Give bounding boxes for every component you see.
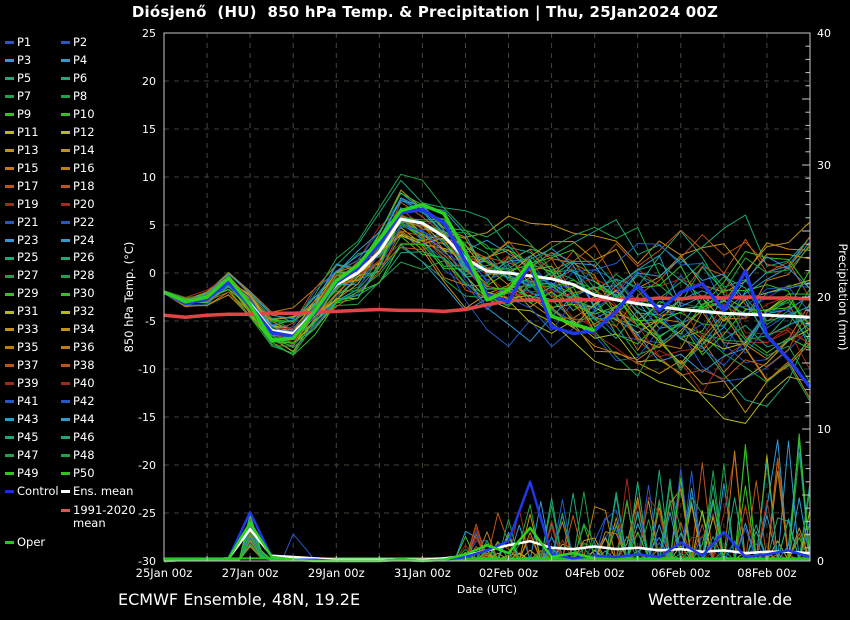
x-axis-tick-label: 04Feb 00z (565, 566, 624, 580)
right-axis-tick-label: 30 (817, 159, 831, 172)
left-axis-tick-label: -20 (138, 459, 156, 472)
left-axis-tick-label: -15 (138, 411, 156, 424)
left-axis-tick-label: 20 (142, 75, 156, 88)
footer-brand: Wetterzentrale.de (648, 590, 792, 609)
left-axis-tick-label: 25 (142, 27, 156, 40)
x-axis-tick-label: 25Jan 00z (136, 566, 193, 580)
right-axis-tick-label: 20 (817, 291, 831, 304)
x-axis-tick-label: 02Feb 00z (479, 566, 538, 580)
right-axis-title: Precipitation (mm) (836, 244, 850, 351)
left-axis-tick-label: 0 (149, 267, 156, 280)
footer-model-info: ECMWF Ensemble, 48N, 19.2E (118, 590, 360, 609)
left-axis-tick-label: -10 (138, 363, 156, 376)
right-axis-tick-label: 0 (817, 555, 824, 568)
x-axis-tick-label: 08Feb 00z (737, 566, 796, 580)
x-axis-tick-label: 31Jan 00z (394, 566, 451, 580)
ensemble-chart: 2520151050-5-10-15-20-25-3040302010025Ja… (0, 0, 850, 620)
left-axis-tick-label: 5 (149, 219, 156, 232)
ensemble-member-lines (164, 174, 810, 560)
left-axis-tick-label: 15 (142, 123, 156, 136)
left-axis-tick-label: 10 (142, 171, 156, 184)
right-axis-tick-label: 10 (817, 423, 831, 436)
left-axis-tick-label: -5 (145, 315, 156, 328)
right-axis-tick-label: 40 (817, 27, 831, 40)
left-axis-title: 850 hPa Temp. (°C) (122, 242, 136, 353)
left-axis-tick-label: -25 (138, 507, 156, 520)
wetterzentrale-ensemble-plot: Diósjenő (HU) 850 hPa Temp. & Precipitat… (0, 0, 850, 620)
x-axis-tick-label: 29Jan 00z (308, 566, 365, 580)
x-axis-title: Date (UTC) (457, 583, 517, 596)
x-axis-tick-label: 06Feb 00z (651, 566, 710, 580)
x-axis-tick-label: 27Jan 00z (222, 566, 279, 580)
